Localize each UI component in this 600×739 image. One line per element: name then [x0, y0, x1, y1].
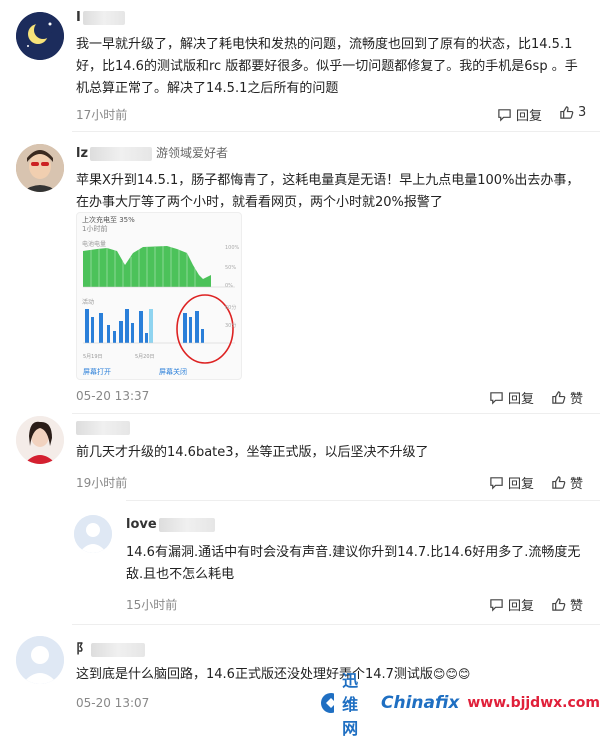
like-label: 赞 [570, 599, 584, 614]
comment-time: 19小时前 [76, 476, 128, 490]
avatar[interactable] [16, 416, 64, 464]
avatar[interactable] [16, 636, 64, 684]
divider [72, 624, 600, 625]
default-user-icon [74, 515, 112, 553]
divider [72, 413, 600, 414]
like-button[interactable]: 3 [559, 105, 586, 120]
like-button[interactable]: 赞 [551, 595, 583, 614]
user-photo-icon [16, 144, 64, 192]
blurred-name [158, 517, 215, 532]
reply-icon [498, 109, 511, 122]
thumbs-up-icon [552, 598, 566, 611]
date-label-1: 5月19日 [83, 354, 103, 360]
smile-emoji-icons: 😊😊😊 [432, 667, 471, 681]
blurred-name [90, 146, 153, 161]
comment-time: 05-20 13:07 [76, 696, 150, 710]
reply-icon [490, 599, 503, 612]
avatar[interactable] [16, 144, 64, 192]
comment-author[interactable]: lz 游领域爱好者 [76, 144, 228, 161]
reply-button[interactable]: 回复 [489, 595, 534, 614]
comment-text-body: 这到底是什么脑回路，14.6正式版还没处理好弄个14.7测试版 [76, 667, 433, 682]
watermark-brand-en: Chinafix [381, 693, 460, 713]
date-label-2: 5月20日 [135, 354, 155, 360]
blurred-name [91, 642, 146, 657]
like-button[interactable]: 赞 [551, 473, 583, 492]
reply-button[interactable]: 回复 [497, 105, 542, 124]
svg-text:60分: 60分 [225, 304, 236, 311]
comment-time: 17小时前 [76, 108, 128, 122]
comment-time: 05-20 13:37 [76, 389, 150, 403]
reply-button[interactable]: 回复 [489, 388, 534, 407]
watermark-brand: 迅维网 [342, 671, 359, 738]
like-label: 赞 [570, 392, 584, 407]
comment-text: 前几天才升级的14.6bate3，坐等正式版，以后坚决不升级了 [76, 445, 429, 460]
reply-text: 14.6有漏洞.通话中有时会没有声音.建议你升到14.7.比14.6好用多了.流… [126, 545, 581, 582]
reply-button[interactable]: 回复 [489, 473, 534, 492]
comment-author[interactable]: I [76, 10, 125, 25]
reply-label: 回复 [508, 392, 535, 407]
blurred-name [76, 420, 130, 435]
avatar[interactable] [16, 12, 64, 60]
reply-author[interactable]: love [126, 517, 215, 532]
site-watermark: 迅维网 Chinafix www.bjjdwx.com [310, 671, 600, 738]
comment-text: 苹果X升到14.5.1，肠子都悔青了，这耗电量真是无语！早上九点电量100%出去… [76, 173, 580, 210]
divider [72, 131, 600, 132]
svg-text:100%: 100% [225, 245, 240, 251]
svg-text:30分: 30分 [225, 322, 236, 329]
reply-label: 回复 [516, 109, 543, 124]
like-button[interactable]: 赞 [551, 388, 583, 407]
thumbs-up-icon [560, 106, 574, 119]
svg-text:50%: 50% [225, 265, 236, 271]
comment-text: 我一早就升级了，解决了耗电快和发热的问题，流畅度也回到了原有的状态，比14.5.… [76, 37, 578, 96]
screen-off-link[interactable]: 屏幕关闭 [159, 367, 187, 377]
author-name[interactable]: I [76, 10, 81, 25]
like-label: 赞 [570, 477, 584, 492]
moon-icon [16, 12, 64, 60]
author-name[interactable]: lz [76, 146, 88, 161]
comment-author[interactable]: 阝 [76, 638, 146, 657]
author-name[interactable]: love [126, 517, 157, 532]
reply-label: 回复 [508, 599, 535, 614]
battery-screenshot-image[interactable]: 上次充电至 35% 1小时前 电池电量 活动 100% 50% 0% 60分 3… [76, 212, 242, 380]
thumbs-up-icon [552, 476, 566, 489]
reply-label: 回复 [508, 477, 535, 492]
user-photo-icon [16, 416, 64, 464]
thumbs-up-icon [552, 391, 566, 404]
reply-divider [126, 500, 600, 501]
reply-icon [490, 392, 503, 405]
svg-text:0%: 0% [225, 283, 233, 289]
default-user-icon [16, 636, 64, 684]
reply-time: 15小时前 [126, 598, 178, 612]
reply-icon [490, 477, 503, 490]
brand-logo-icon [321, 693, 335, 713]
blurred-name [82, 10, 125, 25]
author-name-suffix: 游领域爱好者 [156, 146, 229, 160]
screen-on-link[interactable]: 屏幕打开 [83, 367, 111, 377]
watermark-url: www.bjjdwx.com [467, 695, 600, 711]
author-name[interactable]: 阝 [76, 642, 89, 657]
like-count: 3 [578, 105, 587, 120]
comment-author[interactable] [76, 420, 130, 435]
reply-avatar[interactable] [74, 515, 112, 553]
